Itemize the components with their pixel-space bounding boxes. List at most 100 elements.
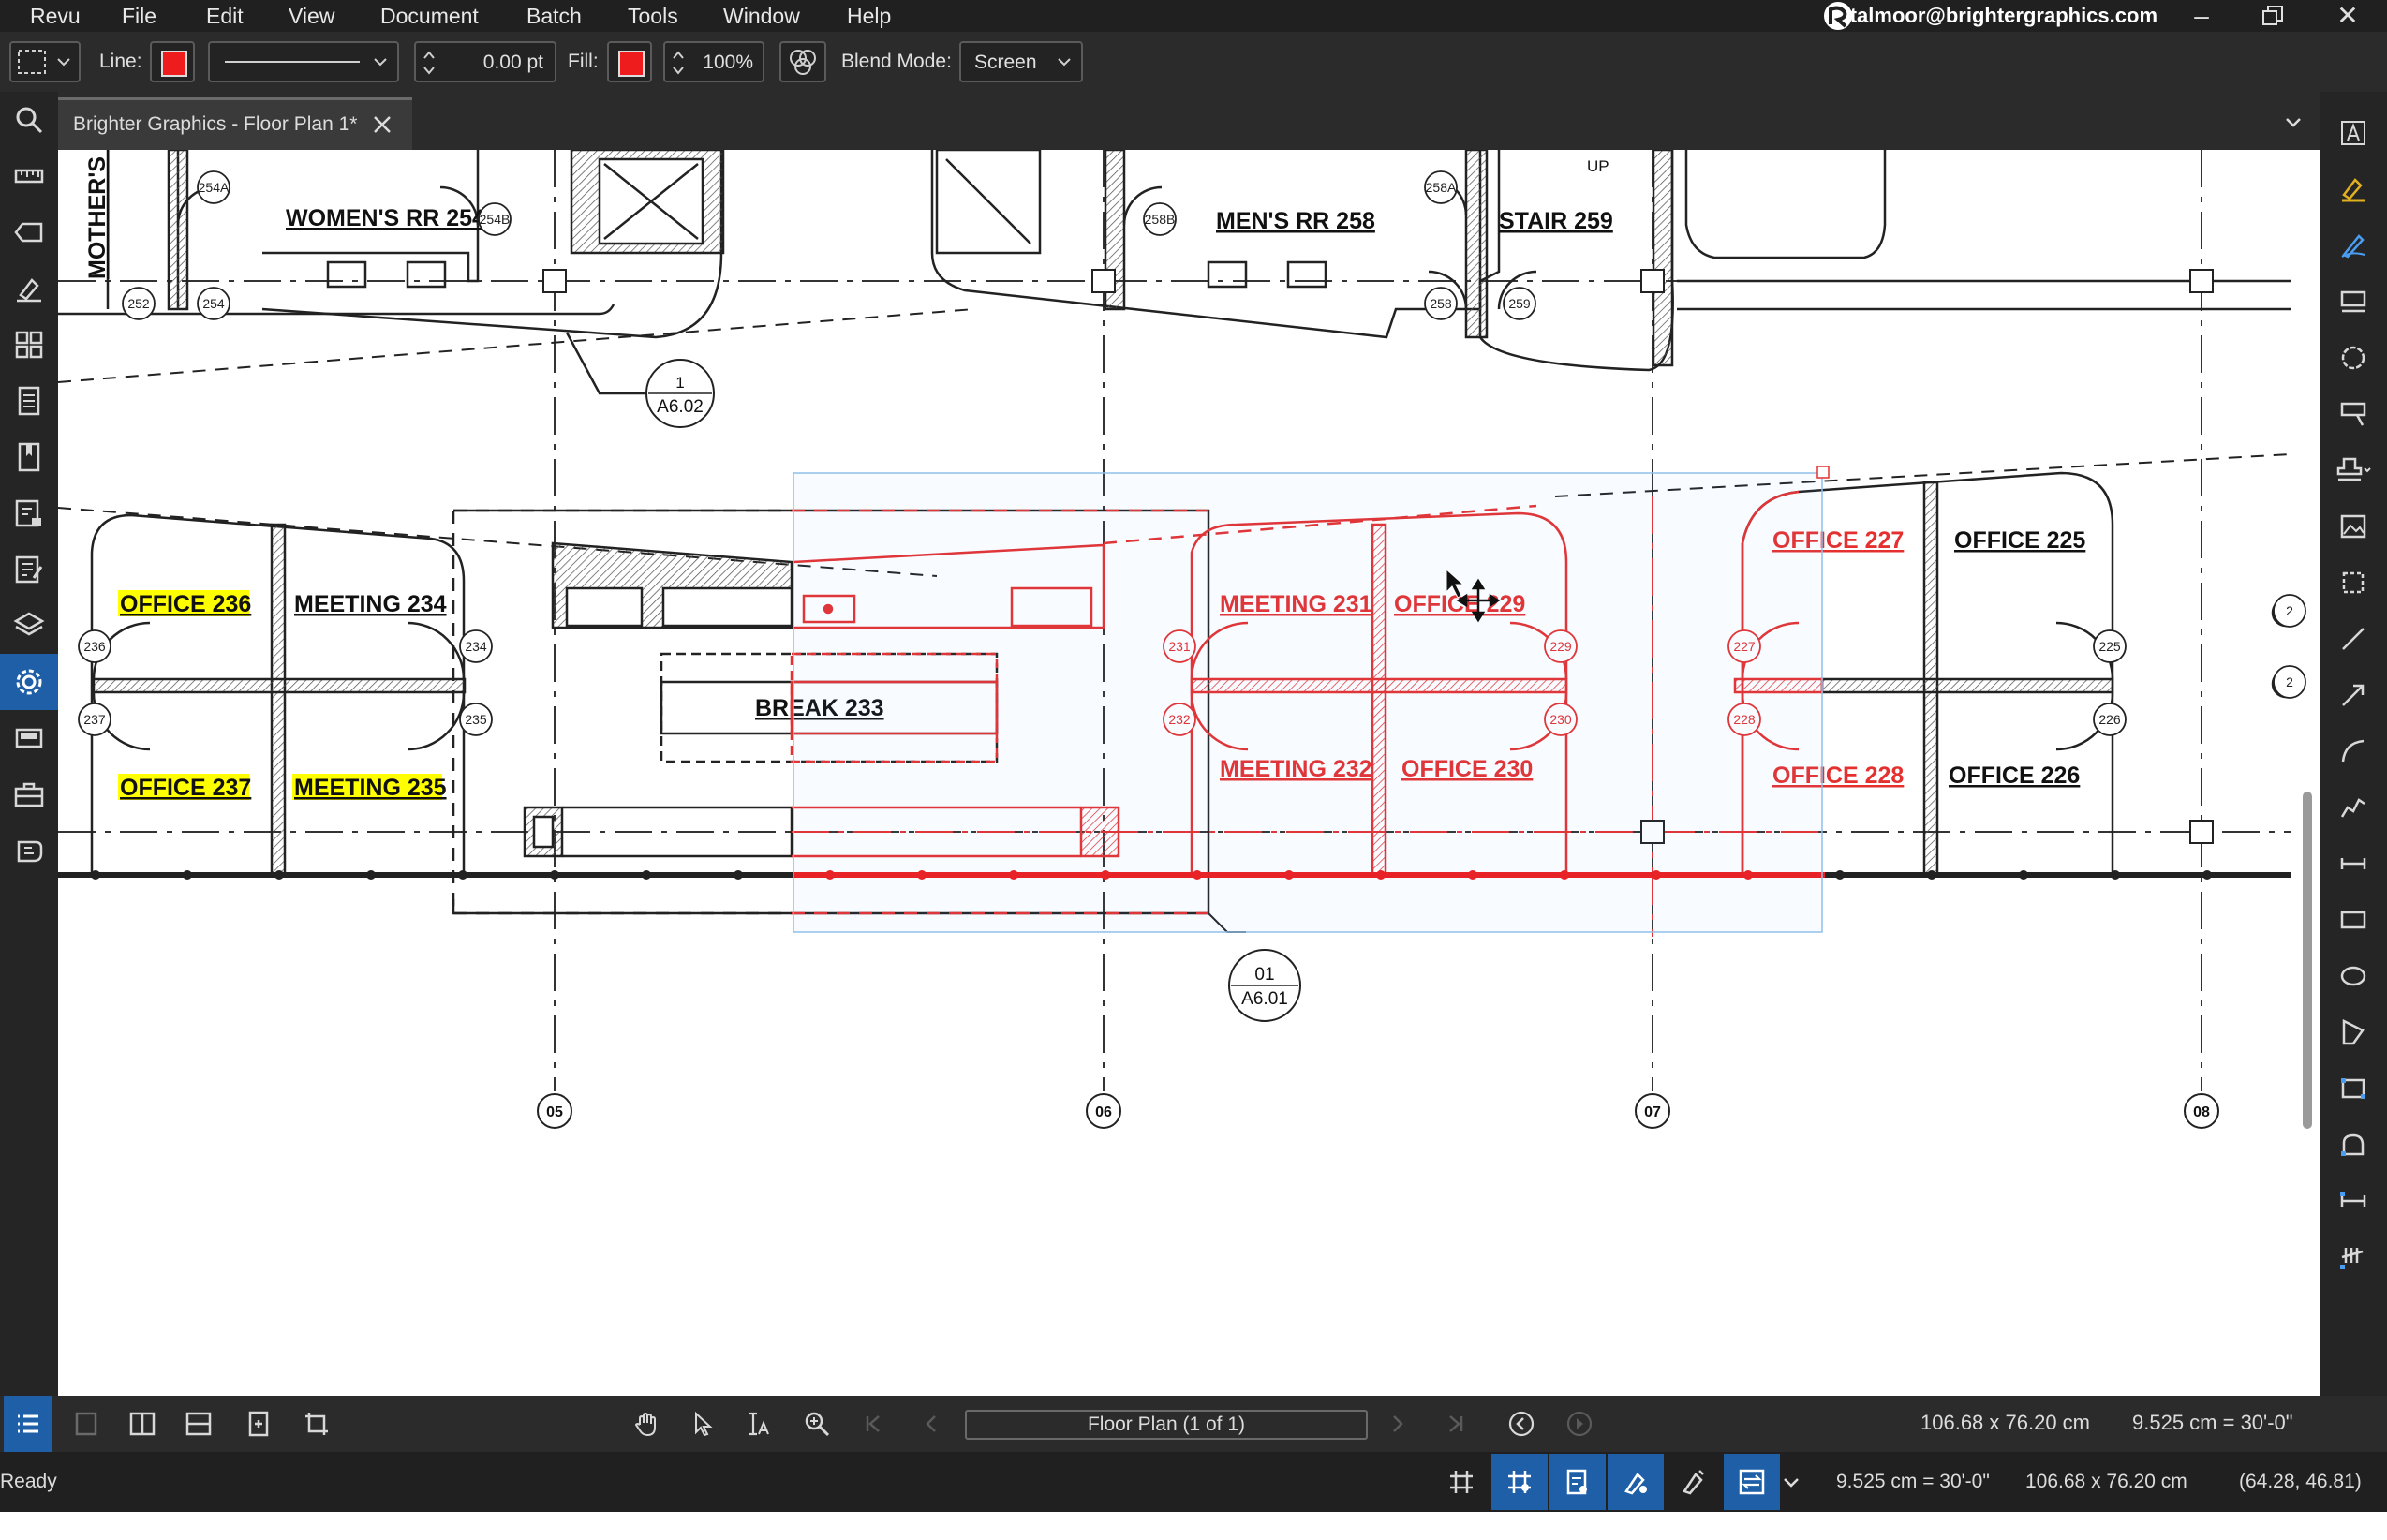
previous-page-icon[interactable] (907, 1396, 956, 1452)
selection-box[interactable] (793, 466, 1830, 933)
scale-readout: 9.525 cm = 30'-0" (2132, 1411, 2293, 1434)
zoom-icon[interactable] (793, 1396, 841, 1452)
pan-hand-icon[interactable] (622, 1396, 671, 1452)
settings-gear-icon[interactable] (0, 654, 58, 710)
toolbox-icon[interactable] (0, 766, 58, 822)
fill-color-button[interactable] (607, 41, 652, 82)
arrow-tool-icon[interactable] (2320, 667, 2387, 723)
previous-view-icon[interactable] (1497, 1396, 1546, 1452)
tab-list-chevron-icon[interactable] (2284, 112, 2303, 131)
last-page-icon[interactable] (1431, 1396, 1480, 1452)
menu-help[interactable]: Help (847, 0, 891, 32)
area-measure-icon[interactable] (2320, 1060, 2387, 1117)
rectangle-tool-icon[interactable] (2320, 892, 2387, 948)
cloud-icon[interactable] (2320, 330, 2387, 386)
selection-resize-handle[interactable] (1816, 466, 1830, 479)
menu-window[interactable]: Window (723, 0, 800, 32)
single-view-icon[interactable] (62, 1396, 111, 1452)
svg-text:A6.02: A6.02 (657, 397, 704, 417)
split-vertical-icon[interactable] (118, 1396, 167, 1452)
text-box-icon[interactable] (2320, 105, 2387, 161)
blend-effects-button[interactable] (779, 41, 826, 82)
bookmark-book-icon[interactable] (0, 429, 58, 485)
sync-icon[interactable] (1724, 1454, 1780, 1510)
perimeter-measure-icon[interactable] (2320, 1117, 2387, 1173)
split-horizontal-icon[interactable] (174, 1396, 223, 1452)
dimension-tool-icon[interactable] (2320, 836, 2387, 892)
menu-tools[interactable]: Tools (628, 0, 678, 32)
layers-icon[interactable] (0, 598, 58, 654)
document-tab[interactable]: Brighter Graphics - Floor Plan 1* (58, 97, 412, 150)
menu-batch[interactable]: Batch (526, 0, 582, 32)
markups-list-icon[interactable] (0, 541, 58, 598)
pen-icon[interactable] (2320, 217, 2387, 274)
svg-text:05: 05 (546, 1104, 563, 1120)
minimize-icon[interactable]: – (2173, 0, 2230, 32)
search-icon[interactable] (0, 92, 58, 148)
grid-bubbles: 05 06 07 08 (537, 1093, 2219, 1129)
page-labels-icon[interactable] (0, 485, 58, 541)
menu-view[interactable]: View (289, 0, 334, 32)
next-view-icon[interactable] (1555, 1396, 1604, 1452)
room-label-office-237: OFFICE 237 (120, 775, 251, 801)
menu-revu[interactable]: Revu (30, 0, 81, 32)
sync-options-chevron-icon[interactable] (1782, 1473, 1801, 1491)
length-measure-icon[interactable] (2320, 1173, 2387, 1229)
tag-icon[interactable] (0, 204, 58, 260)
bluebeam-logo-icon[interactable] (0, 822, 58, 879)
svg-text:225: 225 (2098, 639, 2121, 654)
first-page-icon[interactable] (849, 1396, 897, 1452)
image-icon[interactable] (2320, 498, 2387, 555)
close-window-icon[interactable]: ✕ (2320, 0, 2376, 32)
list-view-icon[interactable] (4, 1396, 52, 1452)
snap-to-grid-icon[interactable] (1491, 1454, 1548, 1510)
line-style-dropdown[interactable] (208, 41, 399, 82)
selection-mode-dropdown[interactable] (9, 41, 81, 82)
reuse-markup-icon[interactable] (1666, 1454, 1722, 1510)
line-width-stepper[interactable]: 0.00 pt (414, 41, 556, 82)
room-label-womens: WOMEN'S RR 254 (286, 205, 485, 231)
menu-edit[interactable]: Edit (206, 0, 244, 32)
menu-document[interactable]: Document (380, 0, 479, 32)
line-width-value: 0.00 pt (482, 52, 543, 73)
opacity-stepper[interactable]: 100% (663, 41, 764, 82)
signature-pen-icon[interactable] (0, 260, 58, 317)
user-email[interactable]: talmoor@brightergraphics.com (1850, 0, 2157, 32)
ellipse-tool-icon[interactable] (2320, 948, 2387, 1004)
restore-icon[interactable] (2245, 0, 2301, 32)
polygon-tool-icon[interactable] (2320, 1004, 2387, 1060)
vertical-scrollbar[interactable] (2303, 792, 2312, 1129)
highlighter-icon[interactable] (2320, 161, 2387, 217)
crop-page-icon[interactable] (292, 1396, 341, 1452)
snapshot-icon[interactable] (2320, 555, 2387, 611)
line-tool-icon[interactable] (2320, 611, 2387, 667)
cursor-coordinates: (64.28, 46.81) (2239, 1471, 2362, 1492)
stamp-box-icon[interactable] (2320, 274, 2387, 330)
left-panel-rail (0, 92, 58, 1396)
measure-ruler-icon[interactable] (0, 148, 58, 204)
snap-to-markup-icon[interactable] (1608, 1454, 1664, 1510)
select-arrow-icon[interactable] (678, 1396, 727, 1452)
blend-mode-dropdown[interactable]: Screen (959, 41, 1083, 82)
top-door-tags (122, 170, 1536, 320)
floor-plan-drawing[interactable]: MOTHER'S R WOMEN'S RR 254 MEN'S RR 258 S… (58, 150, 2320, 1396)
grid-toggle-icon[interactable] (1433, 1454, 1490, 1510)
studio-icon[interactable] (0, 710, 58, 766)
document-list-icon[interactable] (0, 373, 58, 429)
polyline-tool-icon[interactable] (2320, 779, 2387, 836)
snap-to-content-icon[interactable] (1549, 1454, 1606, 1510)
select-text-icon[interactable] (734, 1396, 783, 1452)
thumbnails-grid-icon[interactable] (0, 317, 58, 373)
line-color-button[interactable] (150, 41, 195, 82)
status-page-size: 106.68 x 76.20 cm (2025, 1471, 2187, 1492)
menu-file[interactable]: File (122, 0, 156, 32)
sync-views-icon[interactable] (234, 1396, 283, 1452)
next-page-icon[interactable] (1373, 1396, 1422, 1452)
arc-tool-icon[interactable] (2320, 723, 2387, 779)
count-measure-icon[interactable] (2320, 1229, 2387, 1285)
callout-icon[interactable] (2320, 386, 2387, 442)
document-canvas[interactable]: MOTHER'S R WOMEN'S RR 254 MEN'S RR 258 S… (58, 150, 2320, 1396)
stamp-icon[interactable] (2320, 442, 2387, 498)
page-number-field[interactable]: Floor Plan (1 of 1) (965, 1410, 1368, 1440)
close-tab-icon[interactable] (371, 113, 393, 136)
